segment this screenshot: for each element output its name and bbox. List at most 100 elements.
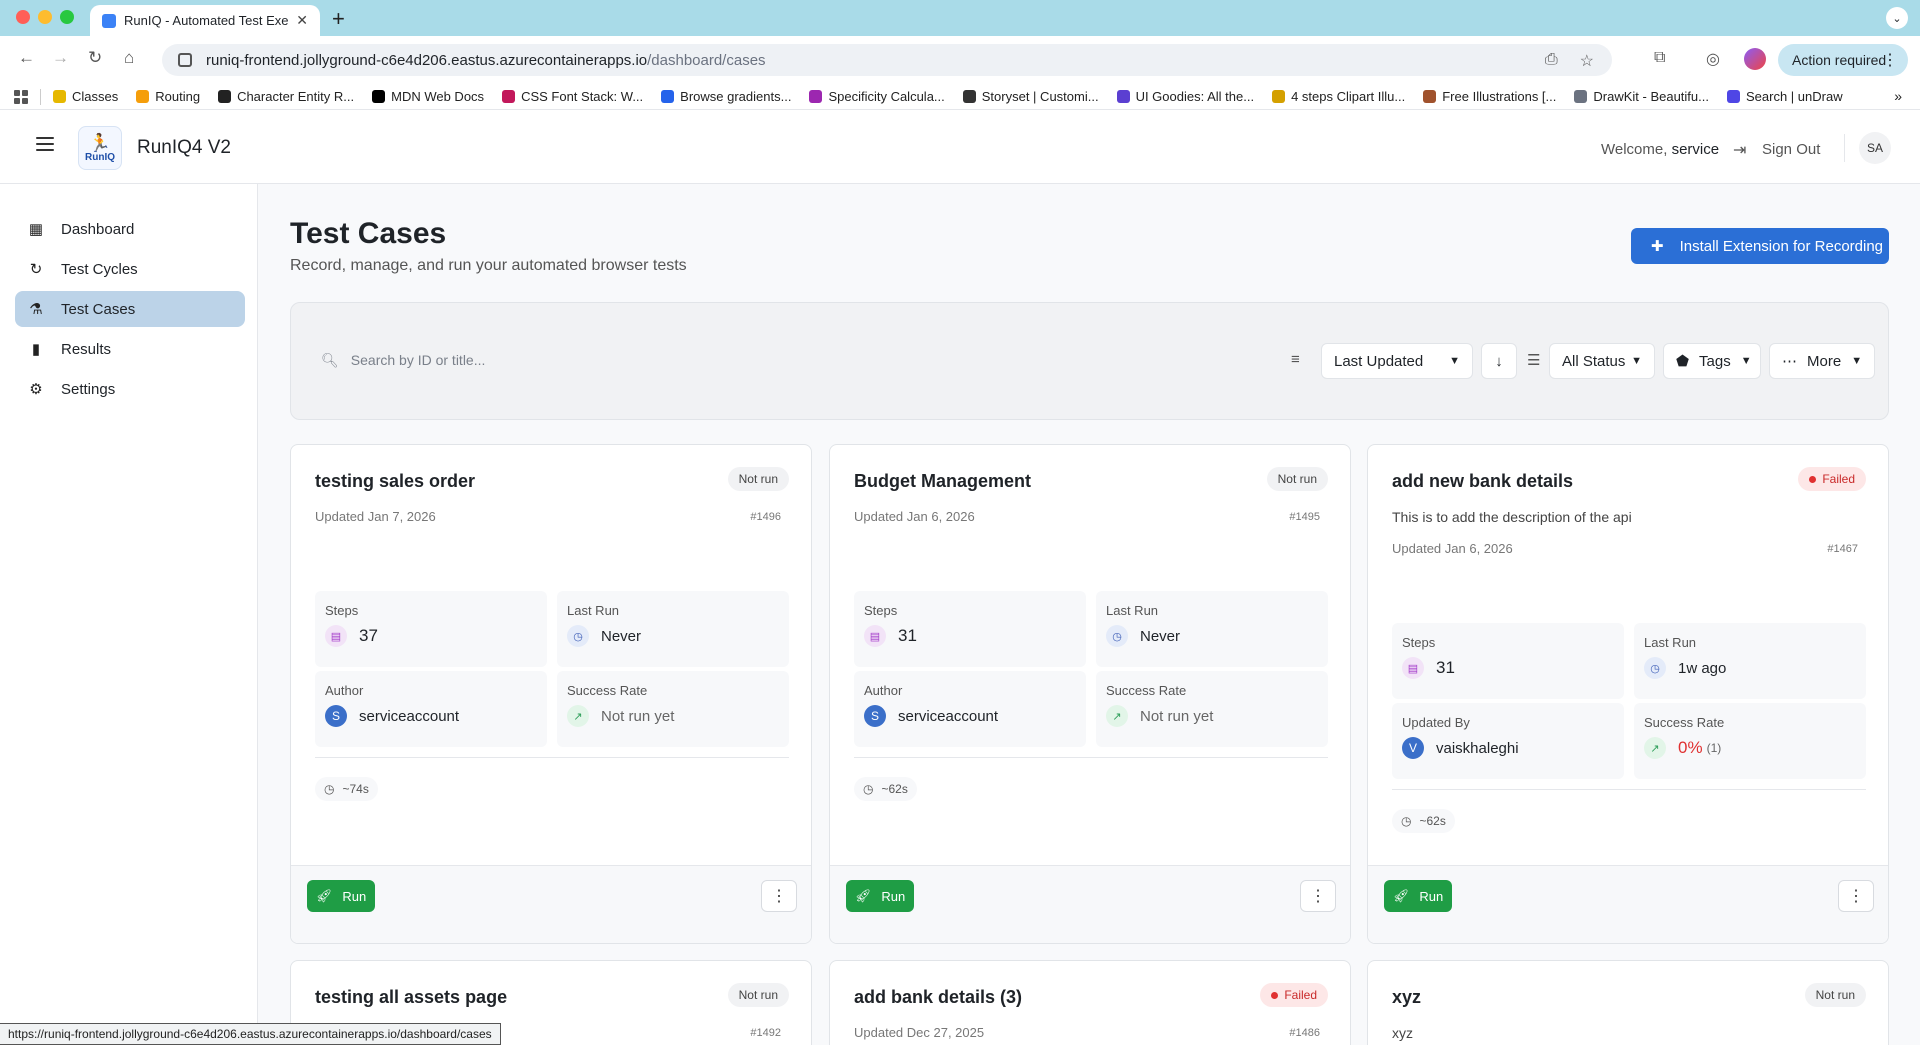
- tags-button[interactable]: ⬟ Tags ▼: [1663, 343, 1761, 379]
- flask-icon: ⚗: [29, 301, 43, 318]
- bookmark-item[interactable]: UI Goodies: All the...: [1116, 89, 1254, 104]
- bookmark-item[interactable]: MDN Web Docs: [372, 89, 484, 104]
- bookmark-item[interactable]: Specificity Calcula...: [809, 89, 945, 104]
- browser-menu-icon[interactable]: ⋮: [1882, 50, 1898, 70]
- kebab-menu-icon: ⋮: [771, 888, 787, 905]
- maximize-window-button[interactable]: [60, 10, 74, 24]
- last-run-value: Never: [1140, 627, 1181, 645]
- bookmark-item[interactable]: Search | unDraw: [1727, 89, 1843, 104]
- bookmark-star-icon[interactable]: ☆: [1580, 51, 1594, 71]
- bookmark-label: 4 steps Clipart Illu...: [1291, 89, 1406, 104]
- profile-avatar[interactable]: [1744, 48, 1766, 70]
- card-description: This is to add the description of the ap…: [1392, 509, 1632, 525]
- tab-search-icon[interactable]: ⌄: [1886, 7, 1908, 29]
- more-bookmarks-icon[interactable]: »: [1894, 88, 1902, 104]
- runiq-favicon-icon: [102, 13, 116, 28]
- hamburger-menu-icon[interactable]: [36, 137, 54, 151]
- sidebar-item-test-cycles[interactable]: ↻ Test Cycles: [15, 251, 245, 287]
- card-title[interactable]: add bank details (3): [854, 987, 1022, 1008]
- security-extension-icon[interactable]: ◎: [1706, 49, 1720, 69]
- test-case-card[interactable]: testing sales order Not run Updated Jan …: [290, 444, 812, 944]
- updater-name: vaiskhaleghi: [1436, 739, 1519, 757]
- run-button[interactable]: 🚀︎ Run: [307, 880, 375, 912]
- chevron-down-icon: ▼: [1631, 355, 1642, 367]
- bookmark-item[interactable]: Storyset | Customi...: [962, 89, 1099, 104]
- card-menu-button[interactable]: ⋮: [1838, 880, 1874, 912]
- browser-tab-active[interactable]: RunIQ - Automated Test Exec ✕: [90, 5, 320, 36]
- test-case-card[interactable]: add new bank details Failed This is to a…: [1367, 444, 1889, 944]
- more-button[interactable]: ⋯ More ▼: [1769, 343, 1875, 379]
- card-title[interactable]: testing sales order: [315, 471, 475, 492]
- steps-stat: Steps ▤ 37: [315, 591, 547, 667]
- apps-grid-icon[interactable]: [14, 89, 28, 104]
- forward-arrow-icon[interactable]: →: [52, 48, 69, 68]
- sign-out-button[interactable]: Sign Out: [1762, 141, 1820, 158]
- sidebar-item-settings[interactable]: ⚙ Settings: [15, 371, 245, 407]
- test-case-card[interactable]: xyz Not run xyz: [1367, 960, 1889, 1045]
- last-run-stat: Last Run ◷ 1w ago: [1634, 623, 1866, 699]
- sort-lines-icon: ≡: [1291, 351, 1300, 368]
- search-input[interactable]: [350, 352, 1151, 368]
- back-arrow-icon[interactable]: ←: [18, 48, 35, 68]
- close-tab-icon[interactable]: ✕: [296, 12, 308, 29]
- last-run-stat: Last Run ◷ Never: [557, 591, 789, 667]
- run-button[interactable]: 🚀︎ Run: [846, 880, 914, 912]
- extensions-icon[interactable]: ⧉: [1654, 49, 1665, 67]
- bookmark-item[interactable]: Browse gradients...: [661, 89, 791, 104]
- username: service: [1671, 141, 1720, 158]
- card-title[interactable]: xyz: [1392, 987, 1421, 1008]
- home-icon[interactable]: ⌂: [124, 48, 134, 68]
- minimize-window-button[interactable]: [38, 10, 52, 24]
- refresh-icon: ↻: [29, 261, 43, 278]
- card-menu-button[interactable]: ⋮: [761, 880, 797, 912]
- app-title: RunIQ4 V2: [137, 137, 231, 158]
- bookmark-item[interactable]: Free Illustrations [...: [1423, 89, 1556, 104]
- bookmark-item[interactable]: CSS Font Stack: W...: [502, 89, 643, 104]
- trend-up-icon: ↗: [567, 705, 589, 727]
- user-avatar[interactable]: SA: [1859, 132, 1891, 164]
- sort-select[interactable]: Last Updated ▼: [1321, 343, 1473, 379]
- new-tab-icon[interactable]: +: [332, 6, 345, 32]
- steps-count: 31: [898, 626, 917, 645]
- bookmark-item[interactable]: Character Entity R...: [218, 89, 354, 104]
- address-bar[interactable]: runiq-frontend.jollyground-c6e4d206.east…: [162, 44, 1612, 76]
- sidebar-item-results[interactable]: ▮ Results: [15, 331, 245, 367]
- card-title[interactable]: Budget Management: [854, 471, 1031, 492]
- test-case-card[interactable]: add bank details (3) Failed Updated Dec …: [829, 960, 1351, 1045]
- card-title[interactable]: add new bank details: [1392, 471, 1573, 492]
- bookmark-favicon-icon: [661, 90, 675, 103]
- bookmark-item[interactable]: DrawKit - Beautifu...: [1574, 89, 1709, 104]
- sort-direction-button[interactable]: ↓: [1481, 343, 1517, 379]
- card-menu-button[interactable]: ⋮: [1300, 880, 1336, 912]
- action-required-button[interactable]: Action required ⋮: [1778, 44, 1908, 76]
- bookmark-item[interactable]: 4 steps Clipart Illu...: [1272, 89, 1405, 104]
- sidebar-item-dashboard[interactable]: ▦ Dashboard: [15, 211, 245, 247]
- card-title[interactable]: testing all assets page: [315, 987, 507, 1008]
- clock-icon: ◷: [324, 782, 335, 796]
- install-app-icon[interactable]: ⎙: [1545, 51, 1558, 71]
- bookmarks-bar: Classes Routing Character Entity R... MDN W…: [0, 84, 1920, 110]
- stat-label: Steps: [864, 603, 898, 618]
- status-select[interactable]: All Status ▼: [1549, 343, 1655, 379]
- bookmark-item[interactable]: Classes: [53, 89, 118, 104]
- tags-label: Tags: [1699, 352, 1731, 370]
- bookmark-label: CSS Font Stack: W...: [521, 89, 644, 104]
- card-id: #1495: [1289, 511, 1320, 523]
- header-divider: [1844, 134, 1845, 162]
- bookmark-favicon-icon: [809, 90, 823, 103]
- duration-chip: ◷ ~62s: [854, 777, 917, 801]
- more-label: More: [1807, 352, 1842, 370]
- run-button[interactable]: 🚀︎ Run: [1384, 880, 1452, 912]
- updater-avatar: V: [1402, 737, 1424, 759]
- stat-label: Last Run: [1106, 603, 1159, 618]
- bookmark-item[interactable]: Routing: [136, 89, 200, 104]
- reload-icon[interactable]: ↻: [88, 48, 102, 68]
- close-window-button[interactable]: [16, 10, 30, 24]
- site-info-icon[interactable]: [178, 53, 192, 67]
- runiq-logo[interactable]: 🏃 RunIQ: [78, 126, 122, 170]
- test-case-card[interactable]: Budget Management Not run Updated Jan 6,…: [829, 444, 1351, 944]
- install-extension-button[interactable]: ✚ Install Extension for Recording: [1631, 228, 1889, 264]
- sidebar-item-test-cases[interactable]: ⚗ Test Cases: [15, 291, 245, 327]
- sign-out-icon[interactable]: ⇥: [1733, 140, 1746, 160]
- stat-label: Success Rate: [1106, 683, 1187, 698]
